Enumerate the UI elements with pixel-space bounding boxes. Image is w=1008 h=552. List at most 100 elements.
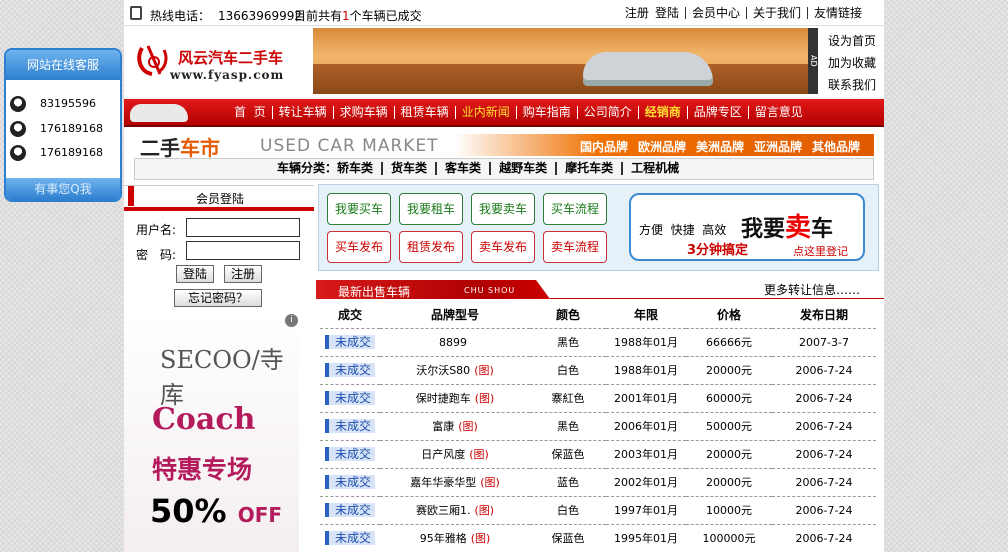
photo-link[interactable]: (图) xyxy=(480,476,500,489)
nav-dealers[interactable]: 经销商 xyxy=(637,106,687,119)
nav-feedback[interactable]: 留言意见 xyxy=(747,106,809,119)
car-year: 2002年01月 xyxy=(606,468,686,497)
sell-register-link[interactable]: 点这里登记 xyxy=(793,243,848,259)
post-date: 2006-7-24 xyxy=(772,356,876,385)
car-image xyxy=(583,52,713,86)
post-date: 2006-7-24 xyxy=(772,384,876,413)
table-row[interactable]: 未成交 赛欧三厢1. (图) 白色 1997年01月 10000元 2006-7-24 xyxy=(320,496,876,525)
car-color: 寨紅色 xyxy=(530,384,606,413)
link-add-favorite[interactable]: 加为收藏 xyxy=(828,52,876,74)
car-table: 成交 品牌型号 颜色 年限 价格 发布日期 未成交 8899 黑色 1988年01月 6… xyxy=(320,302,876,552)
category-truck[interactable]: 货车类 xyxy=(381,162,435,175)
ad-brand: SECOO/寺库 xyxy=(160,346,284,409)
deal-count: 1 xyxy=(342,9,350,23)
link-contact-us[interactable]: 联系我们 xyxy=(828,74,876,96)
car-model-link[interactable]: 赛欧三厢1. xyxy=(416,504,471,517)
photo-link[interactable]: (图) xyxy=(474,504,494,517)
brand-asia[interactable]: 亚洲品牌 xyxy=(754,138,802,155)
car-model-link[interactable]: 沃尔沃S80 xyxy=(416,364,470,377)
car-model-link[interactable]: 95年雅格 xyxy=(420,532,467,545)
col-price: 价格 xyxy=(686,302,772,329)
nav-home[interactable]: 首 页 xyxy=(234,106,272,119)
table-row[interactable]: 未成交 8899 黑色 1988年01月 66666元 2007-3-7 xyxy=(320,328,876,357)
car-model-link[interactable]: 日产风度 xyxy=(421,448,465,461)
sell-slogan: 3分钟搞定 xyxy=(687,243,749,258)
photo-link[interactable]: (图) xyxy=(474,364,494,377)
sell-promo[interactable]: 方便 快捷 高效 我要卖车 3分钟搞定 点这里登记 xyxy=(629,193,865,261)
nav-brands[interactable]: 品牌专区 xyxy=(686,106,748,119)
sell-process-button[interactable]: 卖车流程 xyxy=(543,231,607,263)
table-row[interactable]: 未成交 富康 (图) 黑色 2006年01月 50000元 2006-7-24 xyxy=(320,412,876,441)
car-model-link[interactable]: 富康 xyxy=(432,420,454,433)
buy-post-button[interactable]: 买车发布 xyxy=(327,231,391,263)
sale-list-header: 最新出售车辆 CHU SHOU xyxy=(316,280,550,299)
nav-about[interactable]: 公司简介 xyxy=(576,106,638,119)
ad-label: AD xyxy=(808,28,818,94)
car-price: 66666元 xyxy=(686,328,772,357)
qq-icon xyxy=(10,96,26,112)
photo-link[interactable]: (图) xyxy=(469,448,489,461)
hotline-number: 13663969992 xyxy=(218,9,302,23)
username-input[interactable] xyxy=(186,218,300,237)
link-member-center[interactable]: 会员中心 xyxy=(684,7,746,19)
sell-car-button[interactable]: 我要卖车 xyxy=(471,193,535,225)
car-model-link[interactable]: 保时捷跑车 xyxy=(416,392,471,405)
header-banner[interactable]: AD xyxy=(313,28,818,94)
login-header: 会员登陆 xyxy=(124,185,314,207)
forgot-password-button[interactable]: 忘记密码？ xyxy=(174,289,262,307)
more-link[interactable]: 更多转让信息…… xyxy=(764,281,860,298)
table-row[interactable]: 未成交 日产风度 (图) 保蓝色 2003年01月 20000元 2006-7-24 xyxy=(320,440,876,469)
rent-post-button[interactable]: 租赁发布 xyxy=(399,231,463,263)
register-button[interactable]: 注册 xyxy=(224,265,262,283)
sell-headline: 我要卖车 xyxy=(741,213,834,243)
car-price: 10000元 xyxy=(686,496,772,525)
col-model: 品牌型号 xyxy=(380,302,530,329)
login-button[interactable]: 登陆 xyxy=(176,265,214,283)
category-machinery[interactable]: 工程机械 xyxy=(621,162,687,175)
nav-rental[interactable]: 租赁车辆 xyxy=(393,106,455,119)
qq-contact-1[interactable]: 83195596 xyxy=(10,96,96,112)
rent-car-button[interactable]: 我要租车 xyxy=(399,193,463,225)
buy-car-button[interactable]: 我要买车 xyxy=(327,193,391,225)
qq-contact-2[interactable]: 176189168 xyxy=(10,121,103,137)
car-model-link[interactable]: 嘉年华豪华型 xyxy=(410,476,476,489)
car-price: 20000元 xyxy=(686,468,772,497)
category-suv[interactable]: 越野车类 xyxy=(489,162,555,175)
secoo-ad[interactable]: SECOO/寺库 Coach 特惠专场 50% OFF xyxy=(124,312,299,552)
photo-link[interactable]: (图) xyxy=(475,392,495,405)
brand-america[interactable]: 美洲品牌 xyxy=(696,138,744,155)
category-bus[interactable]: 客车类 xyxy=(435,162,489,175)
logo-icon xyxy=(137,45,168,76)
logo-title[interactable]: 风云汽车二手车 xyxy=(178,47,283,68)
password-input[interactable] xyxy=(186,241,300,260)
category-bar: 车辆分类： 轿车类 货车类 客车类 越野车类 摩托车类 工程机械 xyxy=(134,158,874,180)
link-register[interactable]: 注册 xyxy=(619,7,655,19)
ad-info-icon[interactable]: i xyxy=(285,314,298,327)
category-sedan[interactable]: 轿车类 xyxy=(337,162,381,175)
nav-transfer[interactable]: 转让车辆 xyxy=(271,106,333,119)
link-login[interactable]: 登陆 xyxy=(655,7,685,19)
sell-post-button[interactable]: 卖车发布 xyxy=(471,231,535,263)
table-row[interactable]: 未成交 嘉年华豪华型 (图) 蓝色 2002年01月 20000元 2006-7-24 xyxy=(320,468,876,497)
page-container: 热线电话： 13663969992 目前共有1个车辆已成交 注册 登陆 会员中心 … xyxy=(124,0,884,552)
nav-wanted[interactable]: 求购车辆 xyxy=(332,106,394,119)
buy-process-button[interactable]: 买车流程 xyxy=(543,193,607,225)
photo-link[interactable]: (图) xyxy=(471,532,491,545)
category-motorcycle[interactable]: 摩托车类 xyxy=(555,162,621,175)
link-friends[interactable]: 友情链接 xyxy=(806,7,868,19)
link-set-homepage[interactable]: 设为首页 xyxy=(828,30,876,52)
nav-guide[interactable]: 购车指南 xyxy=(515,106,577,119)
table-row[interactable]: 未成交 95年雅格 (图) 保蓝色 1995年01月 100000元 2006-7-24 xyxy=(320,524,876,552)
nav-news[interactable]: 业内新闻 xyxy=(454,106,516,119)
brand-europe[interactable]: 欧洲品牌 xyxy=(638,138,686,155)
brand-domestic[interactable]: 国内品牌 xyxy=(580,138,628,155)
table-row[interactable]: 未成交 沃尔沃S80 (图) 白色 1988年01月 20000元 2006-7-24 xyxy=(320,356,876,385)
link-about[interactable]: 关于我们 xyxy=(745,7,807,19)
qq-icon xyxy=(10,121,26,137)
brand-other[interactable]: 其他品牌 xyxy=(812,138,860,155)
photo-link[interactable]: (图) xyxy=(458,420,478,433)
car-model-link[interactable]: 8899 xyxy=(439,336,467,349)
table-row[interactable]: 未成交 保时捷跑车 (图) 寨紅色 2001年01月 60000元 2006-7-24 xyxy=(320,384,876,413)
car-price: 50000元 xyxy=(686,412,772,441)
qq-contact-3[interactable]: 176189168 xyxy=(10,145,103,161)
